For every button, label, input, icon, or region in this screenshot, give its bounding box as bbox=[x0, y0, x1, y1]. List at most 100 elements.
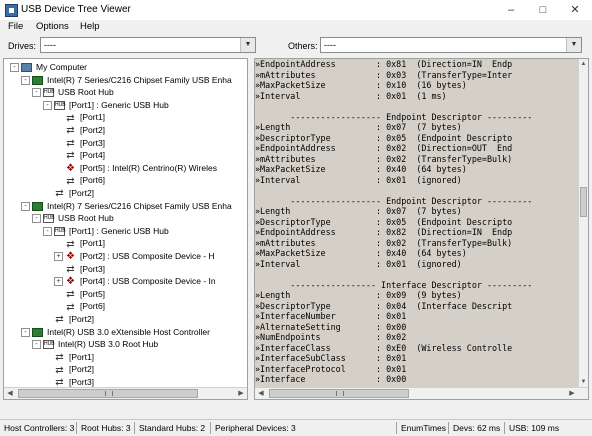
hub-icon: HUB bbox=[54, 227, 66, 237]
collapse-icon[interactable]: - bbox=[32, 214, 41, 224]
collapse-icon[interactable]: - bbox=[21, 201, 30, 211]
usb-port-icon: ⇄ bbox=[66, 125, 75, 137]
scroll-left-icon[interactable]: ◀ bbox=[255, 388, 267, 399]
tree-item[interactable]: ⇄ [Port3] bbox=[54, 137, 105, 149]
maximize-icon[interactable]: □ bbox=[528, 0, 558, 20]
usb-port-icon: ⇄ bbox=[55, 364, 64, 376]
status-usb-time: USB: 109 ms bbox=[509, 423, 560, 433]
tree-item[interactable]: ⇄ [Port3] bbox=[54, 263, 105, 275]
expand-icon[interactable]: + bbox=[54, 252, 63, 262]
device-tree[interactable]: - My Computer - Intel(R) 7 Series/C216 Chip… bbox=[3, 58, 248, 400]
minimize-icon[interactable]: – bbox=[496, 0, 526, 20]
chevron-down-icon[interactable]: ▼ bbox=[566, 38, 581, 52]
tree-item-label: [Port3] bbox=[80, 263, 106, 274]
tree-item[interactable]: - Intel(R) USB 3.0 eXtensible Host Contro… bbox=[21, 326, 210, 338]
collapse-icon[interactable]: - bbox=[10, 63, 19, 73]
descriptor-line: »mAttributes : 0x02 (TransferType=Bulk) bbox=[255, 237, 513, 248]
hub-icon: HUB bbox=[43, 214, 55, 224]
tree-item[interactable]: ❖ [Port5] : Intel(R) Centrino(R) Wireles bbox=[54, 162, 217, 174]
tree-item[interactable]: ⇄ [Port6] bbox=[54, 174, 105, 186]
controller-icon bbox=[32, 75, 43, 85]
usb-port-icon: ⇄ bbox=[66, 238, 75, 250]
tree-item[interactable]: ⇄ [Port6] bbox=[54, 300, 105, 312]
title-bar: USB Device Tree Viewer – □ ✕ bbox=[0, 0, 592, 21]
descriptor-line: »DescriptorType : 0x05 (Endpoint Descrip… bbox=[255, 216, 513, 227]
tree-item[interactable]: - Intel(R) 7 Series/C216 Chipset Family U… bbox=[21, 200, 232, 212]
collapse-icon[interactable]: - bbox=[32, 88, 41, 98]
hub-icon: HUB bbox=[43, 340, 55, 350]
descriptor-line: »AlternateSetting : 0x00 bbox=[255, 321, 407, 332]
tree-item[interactable]: ⇄ [Port1] bbox=[54, 237, 105, 249]
tree-item[interactable]: ⇄ [Port2] bbox=[43, 187, 94, 199]
menu-options[interactable]: Options bbox=[36, 21, 69, 32]
scrollbar-thumb[interactable] bbox=[580, 187, 587, 217]
usb-port-icon: ⇄ bbox=[55, 314, 64, 326]
collapse-icon[interactable]: - bbox=[32, 340, 41, 350]
tree-item[interactable]: - HUB Intel(R) USB 3.0 Root Hub bbox=[32, 338, 158, 350]
tree-item[interactable]: - HUB USB Root Hub bbox=[32, 86, 114, 98]
usb-port-icon: ⇄ bbox=[66, 263, 75, 275]
tree-item-label: [Port3] bbox=[80, 137, 106, 148]
tree-item[interactable]: ⇄ [Port2] bbox=[43, 313, 94, 325]
descriptor-line: »InterfaceNumber : 0x01 bbox=[255, 311, 407, 321]
usb-port-icon: ⇄ bbox=[55, 352, 64, 364]
scroll-down-icon[interactable]: ▼ bbox=[579, 377, 588, 387]
chevron-down-icon[interactable]: ▼ bbox=[240, 38, 255, 52]
menu-bar: File Options Help bbox=[0, 20, 592, 34]
tree-item-label: [Port4] bbox=[80, 150, 106, 161]
tree-item[interactable]: - My Computer bbox=[10, 61, 87, 73]
tree-item[interactable]: + ❖ [Port2] : USB Composite Device - H bbox=[54, 250, 215, 262]
tree-item[interactable]: - HUB [Port1] : Generic USB Hub bbox=[43, 99, 169, 111]
close-icon[interactable]: ✕ bbox=[560, 0, 590, 20]
others-dropdown[interactable]: ---- ▼ bbox=[320, 37, 582, 53]
descriptor-line: »Length : 0x07 (7 bytes) bbox=[255, 122, 462, 132]
status-enum-times: EnumTimes bbox=[401, 423, 447, 433]
tree-horizontal-scrollbar[interactable]: ◀ ▶ bbox=[4, 387, 247, 399]
details-vertical-scrollbar[interactable]: ▲ ▼ bbox=[578, 59, 588, 387]
tree-item[interactable]: + ❖ [Port4] : USB Composite Device - In bbox=[54, 275, 216, 287]
collapse-icon[interactable]: - bbox=[43, 101, 52, 111]
hub-icon: HUB bbox=[43, 88, 55, 98]
details-horizontal-scrollbar[interactable]: ◀ ▶ bbox=[255, 387, 588, 399]
expand-icon[interactable]: + bbox=[54, 277, 63, 287]
menu-file[interactable]: File bbox=[8, 21, 23, 32]
tree-item[interactable]: - Intel(R) 7 Series/C216 Chipset Family U… bbox=[21, 74, 232, 86]
collapse-icon[interactable]: - bbox=[21, 327, 30, 337]
tree-item-label: [Port3] bbox=[69, 377, 95, 387]
scroll-right-icon[interactable]: ▶ bbox=[566, 388, 578, 399]
tree-item[interactable]: ⇄ [Port2] bbox=[54, 124, 105, 136]
tree-item[interactable]: - HUB [Port1] : Generic USB Hub bbox=[43, 225, 169, 237]
tree-item[interactable]: ⇄ [Port2] bbox=[43, 363, 94, 375]
tree-item[interactable]: ⇄ [Port5] bbox=[54, 288, 105, 300]
tree-item-label: My Computer bbox=[36, 62, 88, 72]
descriptor-line: »DescriptorType : 0x05 (Endpoint Descrip… bbox=[255, 132, 513, 143]
collapse-icon[interactable]: - bbox=[43, 227, 52, 237]
tree-item[interactable]: ⇄ [Port1] bbox=[43, 351, 94, 363]
tree-item-label: [Port2] bbox=[80, 125, 106, 135]
drives-value: ---- bbox=[44, 40, 56, 50]
descriptor-line: »EndpointAddress : 0x82 (Direction=IN En… bbox=[255, 227, 513, 237]
status-standard-hubs: Standard Hubs: 2 bbox=[139, 423, 206, 433]
scrollbar-thumb[interactable] bbox=[269, 389, 409, 398]
scroll-right-icon[interactable]: ▶ bbox=[235, 388, 247, 399]
menu-help[interactable]: Help bbox=[80, 21, 100, 32]
tree-item[interactable]: ⇄ [Port1] bbox=[54, 111, 105, 123]
tree-item-label: [Port2] bbox=[69, 364, 95, 375]
scroll-up-icon[interactable]: ▲ bbox=[579, 59, 588, 69]
scrollbar-thumb[interactable] bbox=[18, 389, 198, 398]
usb-port-icon: ⇄ bbox=[66, 150, 75, 162]
drives-dropdown[interactable]: ---- ▼ bbox=[40, 37, 256, 53]
collapse-icon[interactable]: - bbox=[21, 75, 30, 85]
others-label: Others: bbox=[288, 41, 318, 51]
descriptor-line: »Interval : 0x01 (ignored) bbox=[255, 174, 462, 185]
tree-item-label: Intel(R) USB 3.0 Root Hub bbox=[58, 339, 159, 350]
descriptor-details[interactable]: »EndpointAddress : 0x81 (Direction=IN En… bbox=[254, 58, 589, 400]
tree-item[interactable]: - HUB USB Root Hub bbox=[32, 212, 114, 224]
usb-port-icon: ⇄ bbox=[55, 377, 64, 389]
usb-port-icon: ⇄ bbox=[66, 289, 75, 301]
usb-tree-app-icon bbox=[5, 4, 18, 17]
usb-port-icon: ⇄ bbox=[66, 112, 75, 124]
scroll-left-icon[interactable]: ◀ bbox=[4, 388, 16, 399]
status-host-controllers: Host Controllers: 3 bbox=[4, 423, 75, 433]
tree-item[interactable]: ⇄ [Port4] bbox=[54, 149, 105, 161]
